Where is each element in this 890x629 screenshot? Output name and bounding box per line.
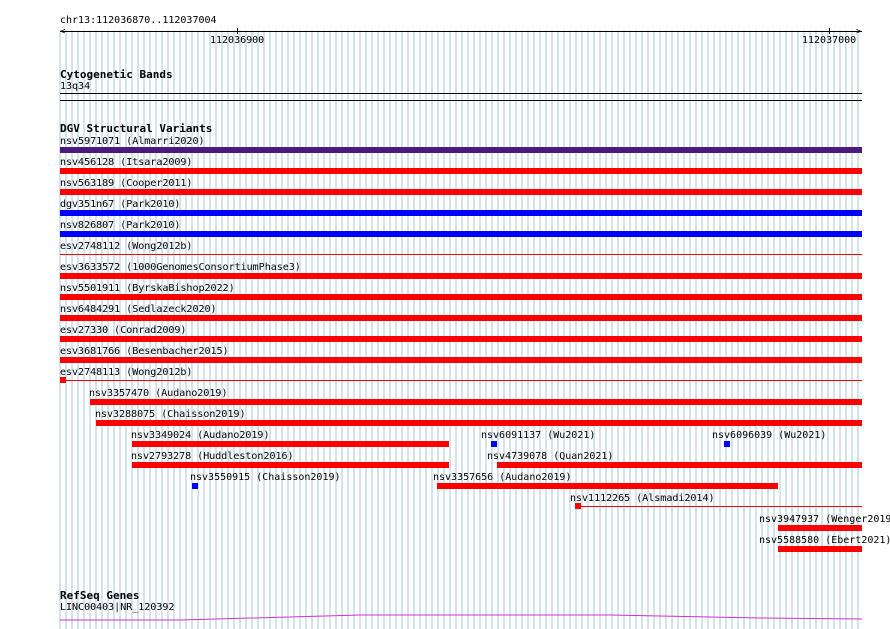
cytoband-label: 13q34 [60, 81, 91, 92]
cytoband-bar[interactable] [60, 93, 862, 94]
variant-bar-esv2748112[interactable] [60, 254, 862, 255]
variant-bar-nsv3357656[interactable] [437, 483, 779, 489]
variant-label-nsv6091137[interactable]: nsv6091137 (Wu2021) [481, 430, 595, 442]
refseq-gene-feature[interactable] [60, 612, 862, 624]
variant-bar-nsv3947937[interactable] [778, 525, 862, 531]
variant-bar-esv3681766[interactable] [60, 357, 862, 363]
variant-bar-nsv3288075[interactable] [95, 420, 862, 426]
variant-label-esv2748112[interactable]: esv2748112 (Wong2012b) [60, 241, 192, 253]
ruler-axis [60, 31, 862, 32]
variant-bar-nsv3550915[interactable] [191, 483, 198, 489]
variant-bar-dgv351n67[interactable] [60, 210, 862, 216]
variant-bar-nsv3349024[interactable] [131, 441, 450, 447]
ruler-end-label: 112037000 [802, 35, 857, 46]
variant-bar-esv3633572[interactable] [60, 273, 862, 279]
variant-bar-nsv2793278[interactable] [131, 462, 450, 468]
variant-bar-nsv5971071[interactable] [60, 147, 862, 153]
ruler-left-arrow[interactable]: < [60, 26, 65, 38]
variant-bar-nsv3357470[interactable] [89, 399, 862, 405]
variant-bar-nsv6096039[interactable] [724, 441, 731, 447]
track-divider [60, 100, 862, 101]
ruler-tick-start [237, 28, 238, 34]
variant-bar-nsv1112265[interactable] [574, 506, 862, 507]
refseq-gene-line [60, 614, 862, 621]
variant-label-nsv1112265[interactable]: nsv1112265 (Alsmadi2014) [570, 493, 715, 505]
variant-bar-nsv6484291[interactable] [60, 315, 862, 321]
variant-stub-esv2748113[interactable] [60, 377, 66, 383]
ruler-tick-end [829, 28, 830, 34]
variant-bar-esv27330[interactable] [60, 336, 862, 342]
variant-stub-nsv1112265[interactable] [574, 503, 581, 509]
ruler-right-arrow[interactable]: > [856, 26, 861, 38]
variant-label-nsv3550915[interactable]: nsv3550915 (Chaisson2019) [190, 472, 341, 484]
variant-bar-nsv456128[interactable] [60, 168, 862, 174]
variant-bar-esv2748113[interactable] [60, 380, 862, 381]
ruler-start-label: 112036900 [210, 35, 265, 46]
variant-bar-nsv826807[interactable] [60, 231, 862, 237]
variant-bar-nsv6091137[interactable] [490, 441, 497, 447]
variant-label-esv2748113[interactable]: esv2748113 (Wong2012b) [60, 367, 192, 379]
refseq-track-title[interactable]: RefSeq Genes [60, 589, 139, 602]
variant-bar-nsv563189[interactable] [60, 189, 862, 195]
cytoband-track-title[interactable]: Cytogenetic Bands [60, 68, 173, 81]
variant-bar-nsv5588580[interactable] [778, 546, 862, 552]
variant-bar-nsv5501911[interactable] [60, 294, 862, 300]
dgv-track-title[interactable]: DGV Structural Variants [60, 122, 212, 135]
region-label: chr13:112036870..112037004 [60, 15, 217, 26]
variant-bar-nsv4739078[interactable] [496, 462, 862, 468]
